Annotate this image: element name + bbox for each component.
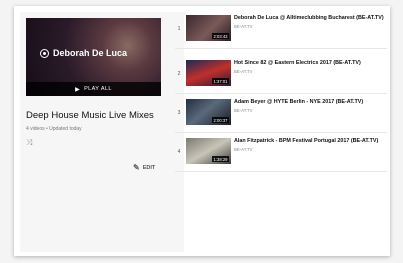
video-thumbnail[interactable]: 1:38:29 [186, 138, 231, 164]
video-index: 4 [177, 149, 181, 155]
video-duration: 1:37:01 [212, 78, 229, 84]
video-duration: 2:00:37 [212, 117, 229, 123]
video-title[interactable]: Hot Since 82 @ Eastern Electrics 2017 (B… [234, 60, 386, 67]
video-channel[interactable]: BE-AT.TV [234, 108, 253, 113]
video-index: 3 [177, 110, 181, 116]
video-index: 1 [177, 26, 181, 32]
video-thumbnail[interactable]: 2:00:37 [186, 99, 231, 125]
video-channel[interactable]: BE-AT.TV [234, 69, 253, 74]
play-icon: ▶ [75, 86, 81, 93]
playlist-meta: 4 videos • Updated today [26, 126, 82, 132]
video-channel[interactable]: BE-AT.TV [234, 147, 253, 152]
playlist-title: Deep House Music Live Mixes [26, 110, 154, 121]
playlist-card: Deborah De Luca ▶ PLAY ALL Deep House Mu… [14, 6, 390, 256]
play-all-label: PLAY ALL [84, 86, 112, 92]
list-item[interactable]: 3 2:00:37 Adam Beyer @ HYTE Berlin - NYE… [175, 96, 387, 133]
video-thumbnail[interactable]: 1:37:01 [186, 60, 231, 86]
playlist-thumbnail[interactable]: Deborah De Luca ▶ PLAY ALL [26, 18, 161, 96]
pencil-icon: ✎ [133, 163, 140, 172]
video-thumbnail[interactable]: 2:03:43 [186, 15, 231, 41]
channel-logo-icon [40, 48, 49, 58]
video-channel[interactable]: BE-AT.TV [234, 24, 253, 29]
edit-label: EDIT [142, 164, 156, 171]
edit-button[interactable]: ✎ EDIT [133, 163, 155, 172]
shuffle-icon[interactable]: ⤨ [26, 138, 32, 148]
video-duration: 1:38:29 [212, 156, 229, 162]
play-all-button[interactable]: ▶ PLAY ALL [26, 82, 161, 96]
list-item[interactable]: 2 1:37:01 Hot Since 82 @ Eastern Electri… [175, 57, 387, 94]
video-title[interactable]: Adam Beyer @ HYTE Berlin - NYE 2017 (BE-… [234, 99, 386, 106]
playlist-sidebar: Deborah De Luca ▶ PLAY ALL Deep House Mu… [20, 12, 184, 252]
list-item[interactable]: 1 2:03:43 Deborah De Luca @ Alltimeclubb… [175, 12, 387, 49]
video-title[interactable]: Deborah De Luca @ Alltimeclubbing Buchar… [234, 15, 386, 22]
hero-artist-name: Deborah De Luca [53, 48, 128, 58]
video-index: 2 [177, 71, 181, 77]
video-duration: 2:03:43 [212, 33, 229, 39]
video-title[interactable]: Alan Fitzpatrick - BPM Festival Portugal… [234, 138, 386, 145]
hero-artist: Deborah De Luca [40, 48, 127, 58]
list-item[interactable]: 4 1:38:29 Alan Fitzpatrick - BPM Festiva… [175, 135, 387, 172]
